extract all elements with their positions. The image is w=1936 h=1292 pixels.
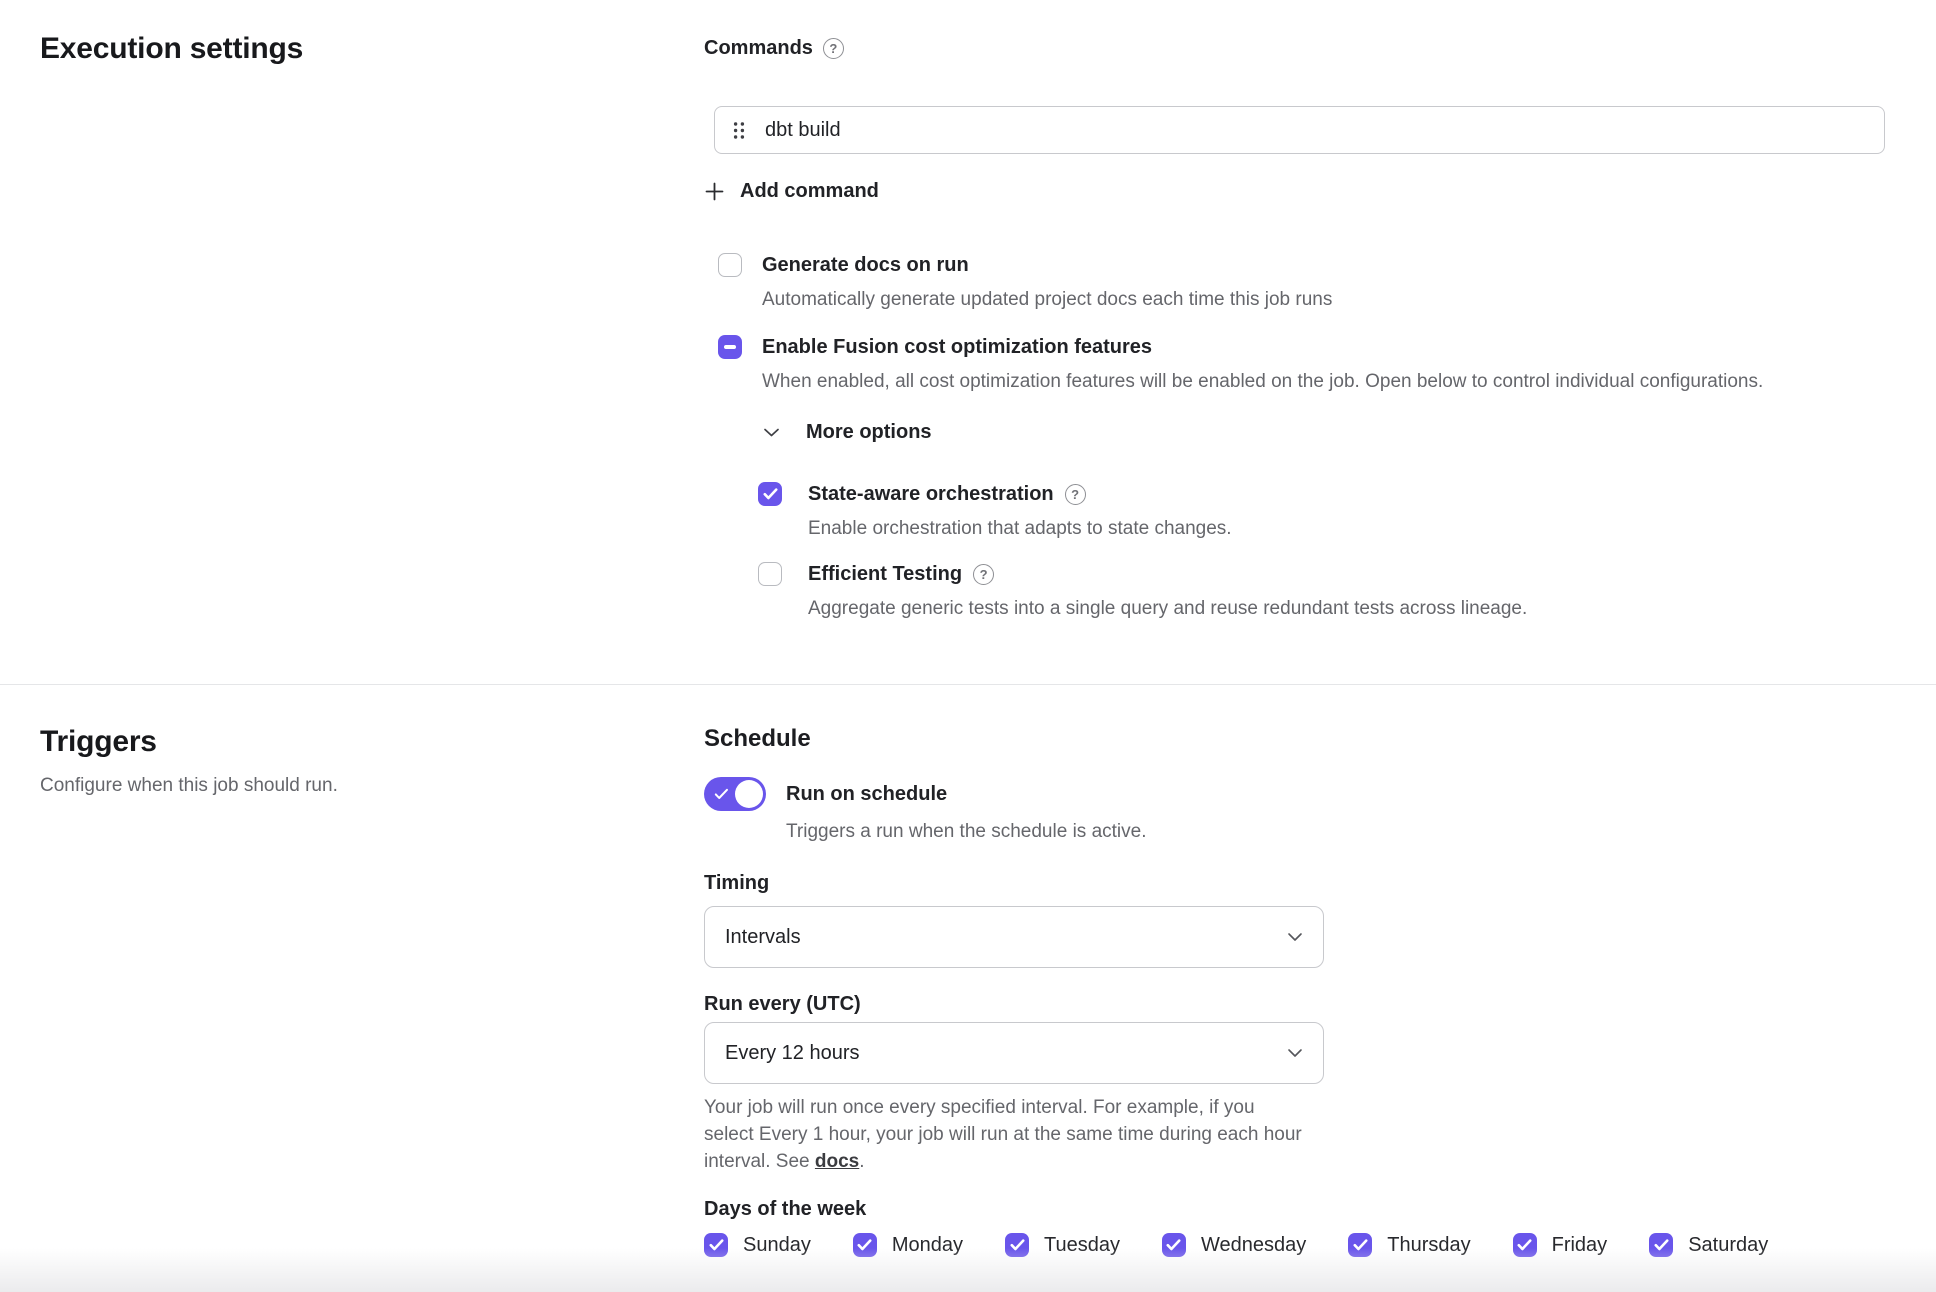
interval-help-text: Your job will run once every specified i…: [704, 1094, 1304, 1175]
toggle-knob: [735, 780, 763, 808]
run-every-select-value: Every 12 hours: [725, 1042, 860, 1065]
commands-help-icon[interactable]: ?: [823, 38, 844, 59]
day-item-thursday[interactable]: Thursday: [1348, 1233, 1470, 1257]
day-checkbox-saturday[interactable]: [1649, 1233, 1673, 1257]
day-checkbox-thursday[interactable]: [1348, 1233, 1372, 1257]
commands-label: Commands: [704, 37, 813, 60]
execution-settings-title: Execution settings: [40, 0, 704, 68]
plus-icon: [704, 181, 725, 202]
run-on-schedule-label: Run on schedule: [786, 783, 947, 806]
days-of-week-row: Sunday Monday Tuesday Wednesday: [704, 1233, 1885, 1257]
timing-select[interactable]: Intervals: [704, 906, 1324, 968]
add-command-button[interactable]: Add command: [704, 180, 879, 203]
generate-docs-description: Automatically generate updated project d…: [762, 287, 1332, 313]
fusion-cost-checkbox[interactable]: [718, 335, 742, 359]
toggle-check-icon: [714, 787, 729, 805]
commands-label-row: Commands ?: [704, 34, 1885, 62]
timing-label: Timing: [704, 869, 1885, 897]
day-checkbox-tuesday[interactable]: [1005, 1233, 1029, 1257]
chevron-down-icon: [1287, 932, 1303, 942]
schedule-form: Schedule Run on schedule Triggers a run …: [704, 723, 1885, 1257]
schedule-heading: Schedule: [704, 723, 1885, 755]
more-options-label: More options: [806, 421, 932, 444]
day-item-saturday[interactable]: Saturday: [1649, 1233, 1768, 1257]
generate-docs-checkbox[interactable]: [718, 253, 742, 277]
state-aware-option: State-aware orchestration ? Enable orche…: [704, 480, 1885, 542]
efficient-testing-label-row: Efficient Testing ?: [808, 560, 1527, 588]
more-options-toggle[interactable]: More options: [763, 421, 932, 444]
run-on-schedule-description: Triggers a run when the schedule is acti…: [786, 819, 1885, 845]
state-aware-checkbox[interactable]: [758, 482, 782, 506]
indeterminate-dash-icon: [724, 345, 736, 349]
day-label-sunday: Sunday: [743, 1234, 811, 1257]
state-aware-label: State-aware orchestration: [808, 480, 1054, 508]
efficient-testing-description: Aggregate generic tests into a single qu…: [808, 596, 1527, 622]
day-label-monday: Monday: [892, 1234, 963, 1257]
day-checkbox-wednesday[interactable]: [1162, 1233, 1186, 1257]
day-item-monday[interactable]: Monday: [853, 1233, 963, 1257]
fusion-cost-option: Enable Fusion cost optimization features…: [704, 333, 1885, 395]
day-label-tuesday: Tuesday: [1044, 1234, 1120, 1257]
run-every-select[interactable]: Every 12 hours: [704, 1022, 1324, 1084]
day-label-wednesday: Wednesday: [1201, 1234, 1306, 1257]
day-label-saturday: Saturday: [1688, 1234, 1768, 1257]
triggers-left-column: Triggers Configure when this job should …: [40, 723, 704, 1257]
efficient-testing-checkbox[interactable]: [758, 562, 782, 586]
docs-link[interactable]: docs: [815, 1151, 859, 1172]
run-every-label: Run every (UTC): [704, 990, 1885, 1018]
state-aware-text: State-aware orchestration ? Enable orche…: [808, 480, 1232, 542]
day-checkbox-sunday[interactable]: [704, 1233, 728, 1257]
timing-select-value: Intervals: [725, 926, 801, 949]
state-aware-help-icon[interactable]: ?: [1065, 484, 1086, 505]
day-item-friday[interactable]: Friday: [1513, 1233, 1608, 1257]
day-checkbox-monday[interactable]: [853, 1233, 877, 1257]
add-command-label: Add command: [740, 180, 879, 203]
triggers-section: Triggers Configure when this job should …: [0, 685, 1936, 1257]
days-of-week-label: Days of the week: [704, 1195, 1885, 1223]
day-label-thursday: Thursday: [1387, 1234, 1470, 1257]
fusion-cost-label: Enable Fusion cost optimization features: [762, 333, 1763, 361]
day-label-friday: Friday: [1552, 1234, 1608, 1257]
triggers-title: Triggers: [40, 723, 704, 761]
chevron-down-icon: [1287, 1048, 1303, 1058]
command-row: [714, 106, 1885, 154]
drag-handle-icon[interactable]: [733, 121, 745, 140]
day-item-tuesday[interactable]: Tuesday: [1005, 1233, 1120, 1257]
triggers-description: Configure when this job should run.: [40, 773, 704, 799]
state-aware-description: Enable orchestration that adapts to stat…: [808, 516, 1232, 542]
run-on-schedule-row: Run on schedule: [704, 777, 1885, 811]
fusion-cost-text: Enable Fusion cost optimization features…: [762, 333, 1763, 395]
generate-docs-text: Generate docs on run Automatically gener…: [762, 251, 1332, 313]
interval-help-before: Your job will run once every specified i…: [704, 1097, 1302, 1172]
check-icon: [763, 488, 778, 500]
day-item-wednesday[interactable]: Wednesday: [1162, 1233, 1306, 1257]
efficient-testing-option: Efficient Testing ? Aggregate generic te…: [704, 560, 1885, 622]
generate-docs-label: Generate docs on run: [762, 251, 1332, 279]
interval-help-after: .: [859, 1151, 864, 1172]
fusion-cost-description: When enabled, all cost optimization feat…: [762, 369, 1763, 395]
execution-settings-form: Commands ? Add command: [704, 0, 1885, 622]
day-checkbox-friday[interactable]: [1513, 1233, 1537, 1257]
generate-docs-option: Generate docs on run Automatically gener…: [704, 251, 1885, 313]
command-input[interactable]: [765, 119, 1866, 142]
state-aware-label-row: State-aware orchestration ?: [808, 480, 1232, 508]
chevron-down-icon: [763, 427, 780, 438]
execution-settings-section: Execution settings Commands ? Add: [0, 0, 1936, 685]
execution-settings-left-column: Execution settings: [40, 0, 704, 622]
efficient-testing-help-icon[interactable]: ?: [973, 564, 994, 585]
run-on-schedule-toggle[interactable]: [704, 777, 766, 811]
day-item-sunday[interactable]: Sunday: [704, 1233, 811, 1257]
efficient-testing-label: Efficient Testing: [808, 560, 962, 588]
efficient-testing-text: Efficient Testing ? Aggregate generic te…: [808, 560, 1527, 622]
